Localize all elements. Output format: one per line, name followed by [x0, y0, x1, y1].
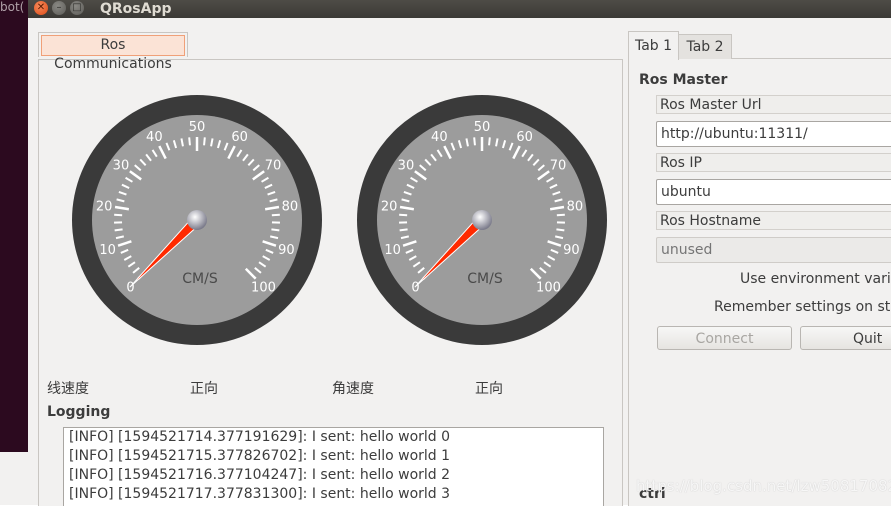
log-line[interactable]: [INFO] [1594521717.377831300]: I sent: h… — [69, 486, 450, 502]
close-window-button[interactable]: ✕ — [34, 1, 48, 15]
gauge-tick-label: 80 — [567, 199, 584, 214]
gauge-tick-label: 90 — [563, 243, 580, 258]
connect-button[interactable]: Connect — [657, 326, 792, 350]
gauge-tick-label: 20 — [381, 199, 398, 214]
angular-speed-gauge: 0102030405060708090100CM/S — [356, 94, 608, 346]
maximize-window-button[interactable]: □ — [70, 1, 84, 15]
gauge-tick-label: 10 — [384, 243, 401, 258]
gauge-tick-label: 100 — [251, 280, 276, 295]
log-line[interactable]: [INFO] [1594521716.377104247]: I sent: h… — [69, 467, 450, 483]
gauge-tick-label: 90 — [278, 243, 295, 258]
ros-master-title: Ros Master — [639, 72, 727, 88]
logging-list[interactable]: [INFO] [1594521714.377191629]: I sent: h… — [63, 427, 604, 506]
gauge-tick-label: 40 — [431, 130, 448, 145]
gauge-tick-label: 30 — [113, 159, 130, 174]
use-environment-checkbox[interactable]: Use environment variabl — [740, 271, 891, 287]
master-url-label: Ros Master Url — [656, 95, 891, 114]
linear-direction-label: 正向 — [190, 378, 218, 398]
gauge-minor-tick — [115, 229, 123, 230]
angular-speed-label: 角速度 — [332, 378, 374, 398]
gauge-tick-label: 50 — [474, 120, 491, 135]
logging-title: Logging — [47, 404, 110, 420]
quit-button[interactable]: Quit — [800, 326, 891, 350]
log-line[interactable]: [INFO] [1594521714.377191629]: I sent: h… — [69, 429, 450, 445]
watermark-text: https://blog.csdn.net/lzw508170827 — [636, 477, 891, 495]
master-url-input[interactable] — [656, 121, 891, 147]
gauge-minor-tick — [557, 215, 565, 216]
gauge-needle-cap — [187, 210, 207, 230]
gauge-minor-tick — [399, 215, 407, 216]
gauge-minor-tick — [114, 215, 122, 216]
ros-ip-label: Ros IP — [656, 153, 891, 172]
gauge-minor-tick — [189, 137, 190, 145]
desktop-window-edge — [0, 452, 28, 505]
gauge-minor-tick — [489, 137, 490, 145]
gauge-tick-label: 50 — [189, 120, 206, 135]
gauge-tick-label: 60 — [231, 130, 248, 145]
tab-1[interactable]: Tab 1 — [628, 31, 679, 60]
gauge-tick-label: 70 — [550, 159, 567, 174]
gauge-tick-label: 40 — [146, 130, 163, 145]
gauge-tick-label: 100 — [536, 280, 561, 295]
gauge-minor-tick — [272, 215, 280, 216]
tab-ros-communications[interactable]: Ros Communications — [41, 35, 185, 56]
tab-2[interactable]: Tab 2 — [678, 34, 732, 59]
minimize-window-button[interactable]: – — [52, 1, 66, 15]
window-title: QRosApp — [100, 0, 172, 18]
gauge-tick-label: 60 — [516, 130, 533, 145]
gauge-unit-label: CM/S — [182, 271, 218, 287]
log-line[interactable]: [INFO] [1594521715.377826702]: I sent: h… — [69, 448, 450, 464]
gauge-needle-cap — [472, 210, 492, 230]
remember-settings-checkbox[interactable]: Remember settings on star — [714, 299, 891, 315]
gauge-unit-label: CM/S — [467, 271, 503, 287]
gauge-tick-label: 30 — [398, 159, 415, 174]
gauge-minor-tick — [474, 137, 475, 145]
gauge-tick-label: 10 — [99, 243, 116, 258]
ros-hostname-input[interactable] — [656, 237, 891, 263]
gauge-tick-label: 70 — [265, 159, 282, 174]
desktop-window-fragment: bot( — [0, 0, 24, 14]
linear-speed-label: 线速度 — [47, 378, 89, 398]
gauge-minor-tick — [400, 229, 408, 230]
gauge-minor-tick — [271, 229, 279, 230]
gauge-minor-tick — [204, 137, 205, 145]
angular-direction-label: 正向 — [475, 378, 503, 398]
ros-hostname-label: Ros Hostname — [656, 211, 891, 230]
desktop-background — [0, 0, 28, 505]
gauge-tick-label: 80 — [282, 199, 299, 214]
gauge-minor-tick — [556, 229, 564, 230]
linear-speed-gauge: 0102030405060708090100CM/S — [71, 94, 323, 346]
ros-ip-input[interactable] — [656, 179, 891, 205]
gauge-tick-label: 20 — [96, 199, 113, 214]
